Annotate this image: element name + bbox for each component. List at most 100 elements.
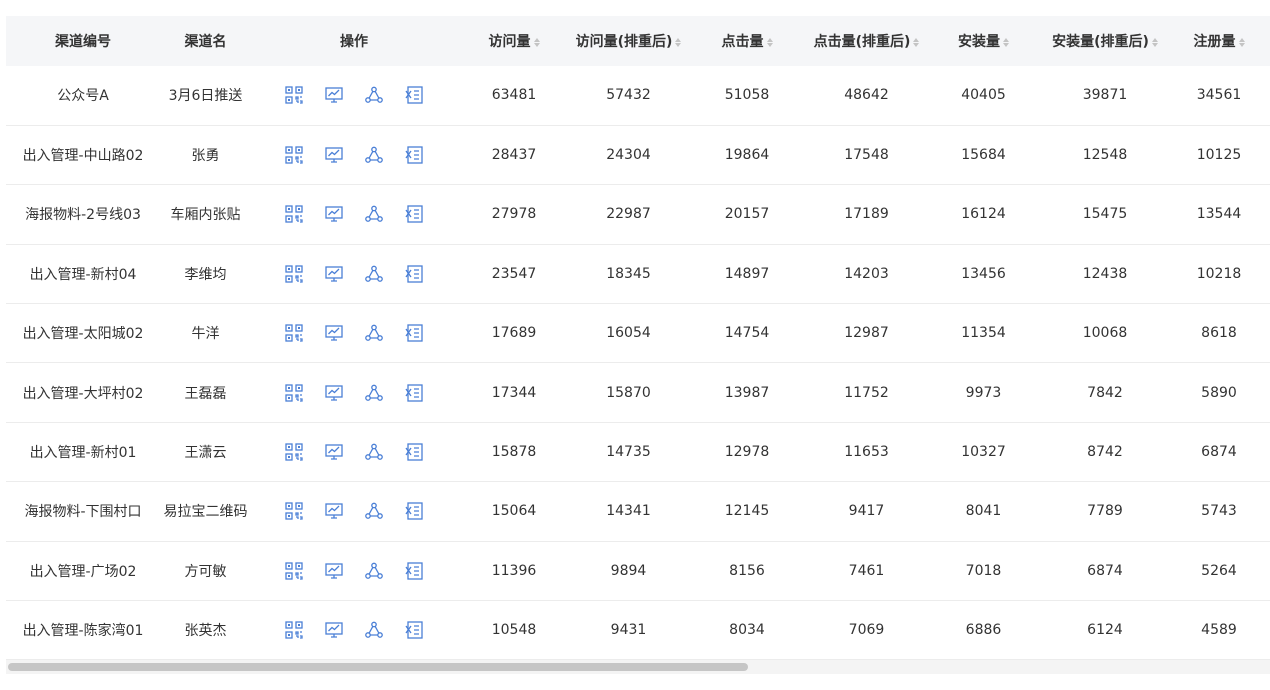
qrcode-icon[interactable]: [284, 264, 304, 284]
sort-icon[interactable]: [1151, 37, 1158, 47]
excel-export-icon[interactable]: [404, 383, 424, 403]
cell-clicks-dedup: 7069: [848, 622, 885, 639]
excel-export-icon[interactable]: [404, 204, 424, 224]
sort-icon[interactable]: [766, 37, 773, 47]
sort-icon[interactable]: [1003, 37, 1009, 47]
cell-visits: 10548: [491, 622, 537, 639]
cell-visits-dedup: 24304: [606, 147, 651, 164]
chart-icon[interactable]: [324, 323, 344, 343]
cell-registrations: 13544: [1196, 206, 1242, 223]
header-label: 访问量: [488, 34, 531, 50]
chart-icon[interactable]: [324, 145, 344, 165]
cell-actions: [251, 601, 457, 660]
cell-visits: 23547: [491, 265, 537, 282]
cell-installs-dedup: 7842: [1087, 384, 1123, 401]
qrcode-icon[interactable]: [284, 145, 304, 165]
header-visits[interactable]: 访问量: [457, 16, 571, 66]
share-icon[interactable]: [364, 145, 384, 165]
cell-clicks-dedup: 12987: [844, 325, 889, 342]
share-icon[interactable]: [364, 442, 384, 462]
excel-export-icon[interactable]: [404, 561, 424, 581]
cell-clicks-dedup: 11653: [844, 444, 889, 461]
qrcode-icon[interactable]: [284, 383, 304, 403]
sort-icon[interactable]: [1238, 37, 1245, 47]
share-icon[interactable]: [364, 85, 384, 105]
excel-export-icon[interactable]: [404, 442, 424, 462]
excel-export-icon[interactable]: [404, 145, 424, 165]
header-visits-dedup[interactable]: 访问量(排重后): [571, 16, 686, 66]
chart-icon[interactable]: [324, 501, 344, 521]
share-icon[interactable]: [364, 383, 384, 403]
scrollbar-thumb[interactable]: [8, 663, 748, 671]
header-label: 访问量(排重后): [575, 34, 673, 50]
qrcode-icon[interactable]: [284, 501, 304, 521]
header-clicks[interactable]: 点击量: [686, 16, 808, 66]
chart-icon[interactable]: [324, 204, 344, 224]
share-icon[interactable]: [364, 323, 384, 343]
share-icon[interactable]: [364, 620, 384, 640]
chart-icon[interactable]: [324, 561, 344, 581]
share-icon[interactable]: [364, 561, 384, 581]
cell-installs: 8041: [965, 503, 1002, 520]
cell-actions: [251, 482, 457, 541]
cell-clicks: 14754: [724, 325, 770, 342]
cell-clicks: 12145: [724, 503, 770, 520]
excel-export-icon[interactable]: [404, 620, 424, 640]
horizontal-scrollbar[interactable]: [6, 660, 1270, 674]
cell-visits: 17689: [491, 325, 537, 342]
qrcode-icon[interactable]: [284, 561, 304, 581]
excel-export-icon[interactable]: [404, 85, 424, 105]
sort-icon[interactable]: [533, 37, 540, 47]
cell-clicks-dedup: 7461: [848, 562, 885, 579]
sort-icon[interactable]: [913, 37, 920, 47]
cell-installs: 15684: [961, 147, 1006, 164]
chart-icon[interactable]: [324, 85, 344, 105]
cell-installs: 16124: [961, 206, 1006, 223]
cell-installs-dedup: 10068: [1082, 325, 1128, 342]
header-installs-dedup[interactable]: 安装量(排重后): [1042, 16, 1168, 66]
header-label: 注册量: [1193, 34, 1236, 50]
cell-registrations: 10218: [1196, 265, 1242, 282]
table-row: 出入管理-中山路02 张勇 28437 24304 19864 17548 15…: [6, 125, 1270, 185]
cell-channel-id: 出入管理-陈家湾01: [22, 623, 144, 640]
excel-export-icon[interactable]: [404, 501, 424, 521]
share-icon[interactable]: [364, 264, 384, 284]
chart-icon[interactable]: [324, 620, 344, 640]
qrcode-icon[interactable]: [284, 442, 304, 462]
sort-icon[interactable]: [675, 37, 682, 47]
qrcode-icon[interactable]: [284, 204, 304, 224]
chart-icon[interactable]: [324, 264, 344, 284]
header-registrations[interactable]: 注册量: [1168, 16, 1270, 66]
cell-channel-name: 王潇云: [184, 445, 227, 462]
header-installs[interactable]: 安装量: [925, 16, 1042, 66]
table-row: 出入管理-大坪村02 王磊磊 17344 15870 13987 11752 9…: [6, 363, 1270, 423]
cell-visits-dedup: 57432: [606, 87, 651, 104]
table-row: 出入管理-新村01 王潇云 15878 14735 12978 11653 10…: [6, 422, 1270, 482]
cell-installs: 6886: [965, 622, 1002, 639]
chart-icon[interactable]: [324, 442, 344, 462]
cell-visits: 17344: [491, 384, 537, 401]
excel-export-icon[interactable]: [404, 323, 424, 343]
cell-channel-id: 出入管理-中山路02: [22, 148, 144, 165]
cell-channel-id: 海报物料-2号线03: [25, 207, 141, 224]
qrcode-icon[interactable]: [284, 620, 304, 640]
excel-export-icon[interactable]: [404, 264, 424, 284]
cell-registrations: 5264: [1201, 562, 1237, 579]
table-row: 公众号A 3月6日推送 63481 57432 51058 48642 4040…: [6, 66, 1270, 126]
cell-installs-dedup: 15475: [1082, 206, 1128, 223]
cell-actions: [251, 363, 457, 422]
cell-channel-id: 出入管理-太阳城02: [22, 326, 144, 343]
channel-stats-table: 渠道编号 渠道名 操作 访问量 访问量(排重后) 点击量 点击量(排重后) 安装…: [6, 16, 1270, 660]
cell-clicks: 8156: [729, 562, 765, 579]
header-clicks-dedup[interactable]: 点击量(排重后): [808, 16, 925, 66]
table-row: 海报物料-下围村口 易拉宝二维码 15064 14341 12145 9417 …: [6, 482, 1270, 542]
cell-installs: 9973: [965, 384, 1002, 401]
chart-icon[interactable]: [324, 383, 344, 403]
qrcode-icon[interactable]: [284, 85, 304, 105]
header-channel-id: 渠道编号: [55, 34, 111, 50]
header-label: 安装量(排重后): [1052, 34, 1149, 50]
share-icon[interactable]: [364, 204, 384, 224]
qrcode-icon[interactable]: [284, 323, 304, 343]
cell-channel-name: 王磊磊: [184, 385, 227, 402]
share-icon[interactable]: [364, 501, 384, 521]
